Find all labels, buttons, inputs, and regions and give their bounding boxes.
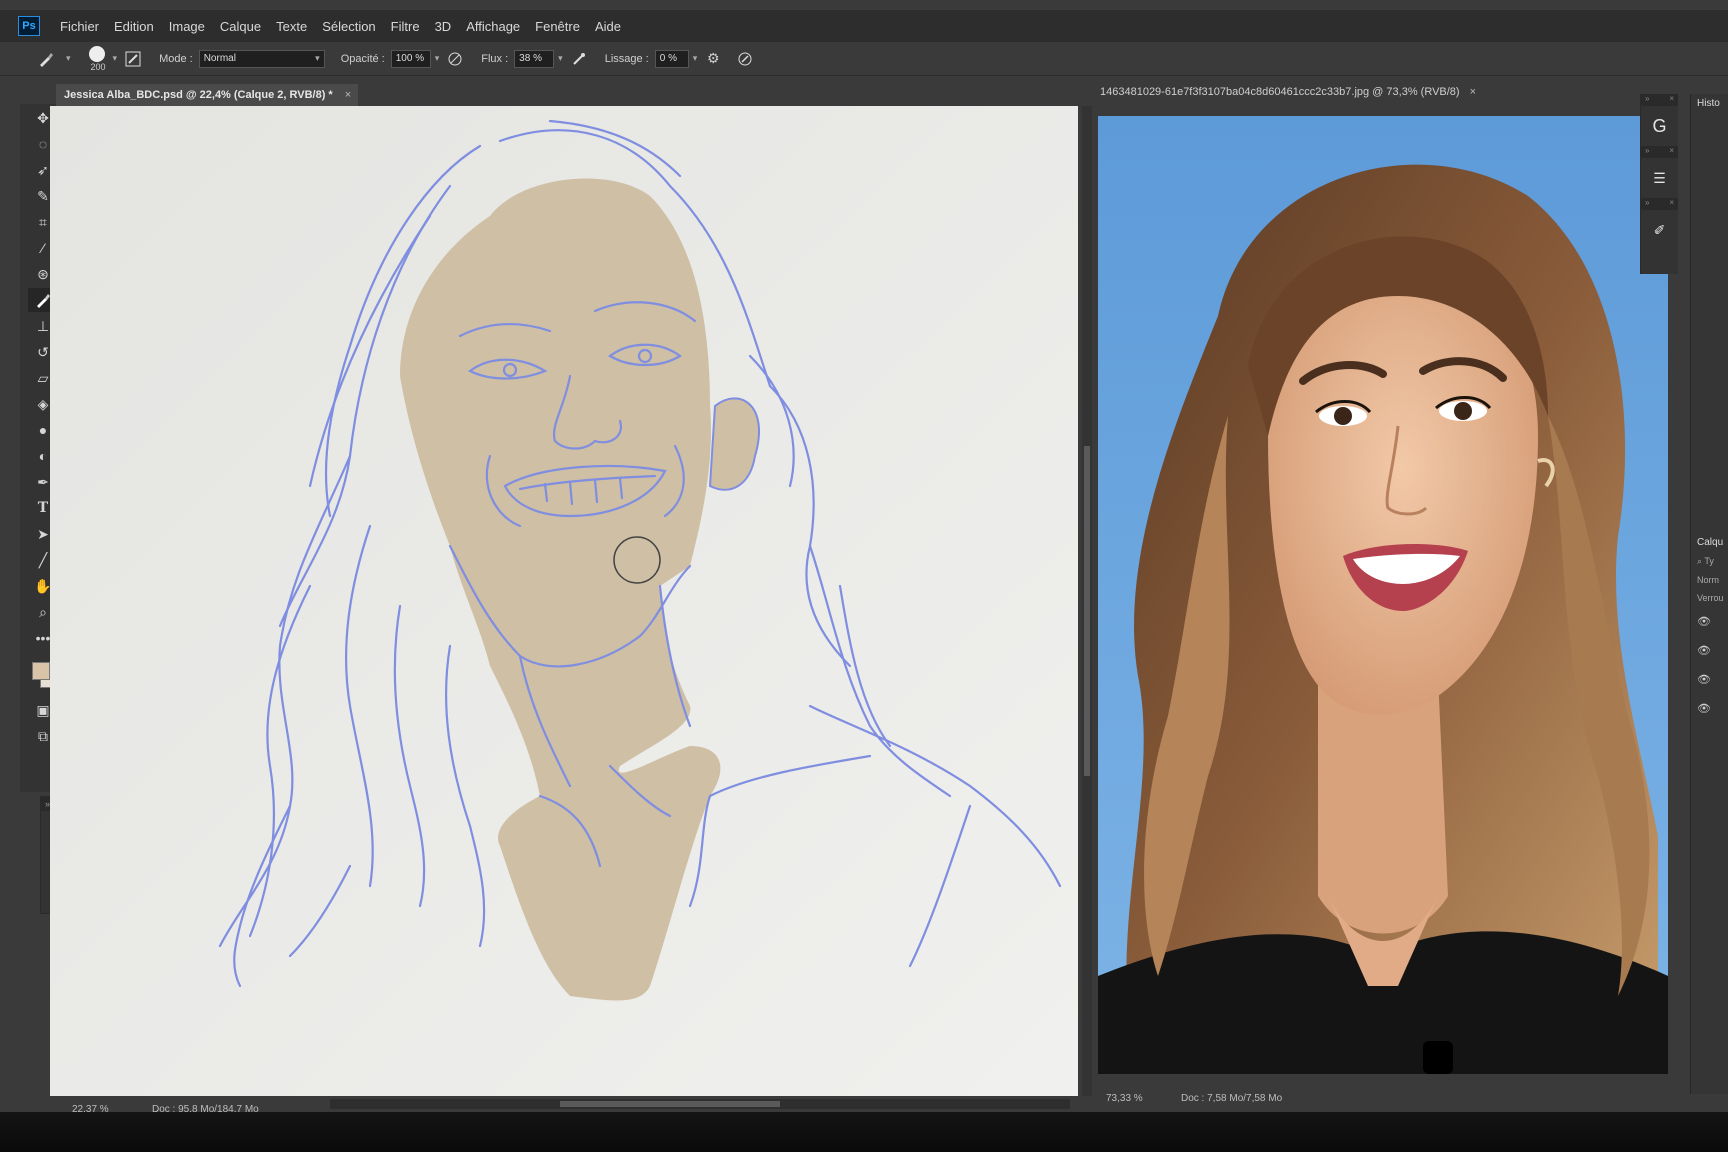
expand-icon[interactable]: » <box>1645 146 1649 158</box>
scrollbar-thumb[interactable] <box>1084 446 1090 776</box>
menu-bar: Ps Fichier Edition Image Calque Texte Sé… <box>0 10 1728 42</box>
expand-icon[interactable]: » <box>1645 198 1649 210</box>
menu-fichier[interactable]: Fichier <box>60 19 99 34</box>
pressure-opacity-icon[interactable] <box>445 49 465 69</box>
drawing-canvas[interactable] <box>50 106 1078 1096</box>
adjustments-icon[interactable]: ☰ <box>1641 158 1678 198</box>
brush-settings-panel-icon[interactable] <box>123 49 143 69</box>
close-tab-icon[interactable]: × <box>345 89 351 101</box>
blend-mode-select[interactable]: Norm <box>1691 571 1728 589</box>
brush-tip-icon <box>88 45 105 62</box>
menu-selection[interactable]: Sélection <box>322 19 375 34</box>
layers-panel-title[interactable]: Calqu <box>1691 533 1728 552</box>
layer-visibility-eye-icon[interactable]: 👁 <box>1691 636 1728 665</box>
history-layers-panel: Histo Calqu ⌕ Ty Norm Verrou 👁 👁 👁 👁 <box>1690 94 1728 1094</box>
monitor-bezel <box>0 1112 1728 1152</box>
history-list <box>1691 113 1728 533</box>
mode-value: Normal <box>203 53 236 64</box>
options-bar: ▾ 200 ▾ Mode : Normal ▾ Opacité : 100 % … <box>0 42 1728 76</box>
smoothing-input[interactable]: 0 % <box>654 49 689 68</box>
close-tab-icon[interactable]: × <box>1470 86 1476 98</box>
brush-size-picker[interactable]: 200 <box>88 45 109 72</box>
layer-visibility-eye-icon[interactable]: 👁 <box>1691 694 1728 723</box>
document-tab-drawing[interactable]: Jessica Alba_BDC.psd @ 22,4% (Calque 2, … <box>56 84 358 106</box>
lock-label: Verrou <box>1697 593 1724 603</box>
layer-visibility-eye-icon[interactable]: 👁 <box>1691 607 1728 636</box>
chevron-down-icon[interactable]: ▾ <box>66 53 71 64</box>
panel-header: » × <box>1641 146 1678 158</box>
menu-texte[interactable]: Texte <box>276 19 307 34</box>
menu-fenetre[interactable]: Fenêtre <box>535 19 580 34</box>
layer-filter-text: Ty <box>1704 556 1714 566</box>
brush-settings-icon[interactable]: ✐ <box>1641 210 1678 250</box>
document-tab-photo[interactable]: 1463481029-61e7f3f3107ba04c8d60461ccc2c3… <box>1100 82 1500 102</box>
opacity-value: 100 % <box>395 53 425 64</box>
collapsed-panels: » × G » × ☰ » × ✐ <box>1640 94 1678 274</box>
scrollbar-thumb[interactable] <box>560 1101 780 1107</box>
smoothing-label: Lissage : <box>604 52 649 65</box>
history-panel-title[interactable]: Histo <box>1691 94 1728 113</box>
layer-filter-field[interactable]: ⌕ Ty <box>1691 552 1728 571</box>
menu-aide[interactable]: Aide <box>595 19 621 34</box>
menu-calque[interactable]: Calque <box>220 19 261 34</box>
menu-edition[interactable]: Edition <box>114 19 154 34</box>
close-icon[interactable]: × <box>1669 198 1674 210</box>
chevron-down-icon: ▾ <box>315 53 320 63</box>
brush-size-value: 200 <box>90 61 106 72</box>
airbrush-icon[interactable] <box>569 49 589 69</box>
mode-label: Mode : <box>159 52 193 65</box>
document-tab-title: Jessica Alba_BDC.psd @ 22,4% (Calque 2, … <box>64 89 333 101</box>
gear-icon[interactable]: ⚙ <box>703 49 723 69</box>
smoothing-value: 0 % <box>659 53 677 64</box>
document-size-info: Doc : 95,8 Mo/184,7 Mo <box>152 1103 259 1113</box>
menu-affichage[interactable]: Affichage <box>466 19 520 34</box>
mode-select[interactable]: Normal ▾ <box>198 49 325 68</box>
flow-input[interactable]: 38 % <box>514 49 555 68</box>
close-icon[interactable]: × <box>1669 94 1674 106</box>
vertical-scrollbar[interactable] <box>1082 106 1092 1096</box>
photoshop-window: Ps Fichier Edition Image Calque Texte Sé… <box>0 0 1728 1112</box>
close-icon[interactable]: × <box>1669 146 1674 158</box>
horizontal-scrollbar[interactable] <box>330 1099 1070 1109</box>
document-tab-title: 1463481029-61e7f3f3107ba04c8d60461ccc2c3… <box>1100 86 1460 98</box>
menu-image[interactable]: Image <box>169 19 205 34</box>
sketch-artwork <box>50 106 1078 1096</box>
status-bar-photo: 73,33 % Doc : 7,58 Mo/7,58 Mo <box>1106 1090 1506 1106</box>
layer-visibility-eye-icon[interactable]: 👁 <box>1691 665 1728 694</box>
photoshop-logo: Ps <box>18 16 40 36</box>
reference-photo-image <box>1098 116 1668 1074</box>
menu-3d[interactable]: 3D <box>435 19 452 34</box>
libraries-icon[interactable]: G <box>1641 106 1678 146</box>
document-size-info: Doc : 7,58 Mo/7,58 Mo <box>1181 1092 1283 1104</box>
pressure-size-icon[interactable] <box>735 49 755 69</box>
menu-filtre[interactable]: Filtre <box>391 19 420 34</box>
chevron-down-icon[interactable]: ▾ <box>693 53 698 64</box>
foreground-color-swatch[interactable] <box>32 662 50 680</box>
opacity-input[interactable]: 100 % <box>390 49 431 68</box>
chevron-down-icon[interactable]: ▾ <box>435 53 440 64</box>
opacity-label: Opacité : <box>340 52 385 65</box>
panel-header: » × <box>1641 198 1678 210</box>
panel-header: » × <box>1641 94 1678 106</box>
expand-icon[interactable]: » <box>1645 94 1649 106</box>
reference-photo[interactable] <box>1098 116 1668 1074</box>
flow-label: Flux : <box>481 52 509 65</box>
chevron-down-icon[interactable]: ▾ <box>113 53 118 64</box>
chevron-down-icon[interactable]: ▾ <box>558 53 563 64</box>
zoom-level[interactable]: 22,37 % <box>72 1104 152 1113</box>
zoom-level[interactable]: 73,33 % <box>1106 1093 1181 1104</box>
flow-value: 38 % <box>519 53 542 64</box>
brush-preset-icon[interactable] <box>36 49 56 69</box>
